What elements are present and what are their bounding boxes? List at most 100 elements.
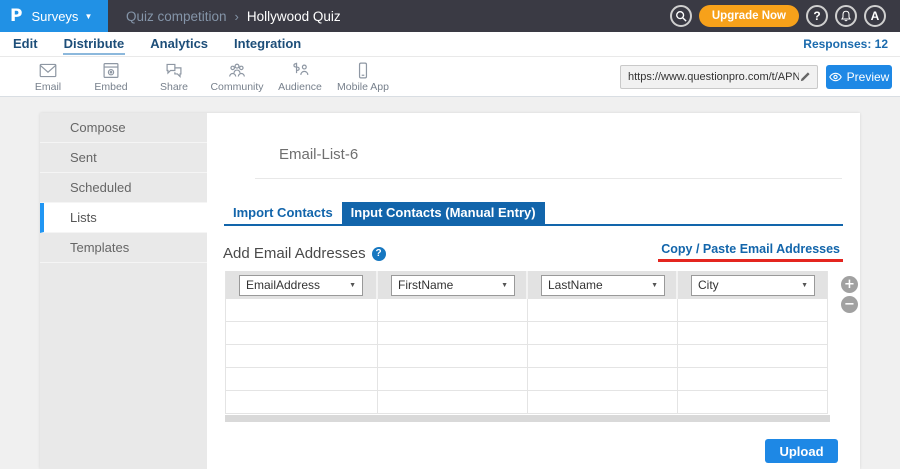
distribute-toolbar: Email Embed Share Community Audience Mob… bbox=[0, 57, 900, 97]
upload-row: Upload bbox=[217, 439, 838, 463]
contacts-tabs: Import Contacts Input Contacts (Manual E… bbox=[224, 202, 843, 226]
table-row bbox=[226, 299, 827, 322]
content-area: Compose Sent Scheduled Lists Templates E… bbox=[0, 97, 900, 469]
column-select-emailaddress[interactable]: EmailAddress ▼ bbox=[239, 275, 363, 296]
sidebar-item-scheduled[interactable]: Scheduled bbox=[40, 173, 207, 203]
select-value: FirstName bbox=[398, 278, 453, 292]
toolbar-share[interactable]: Share bbox=[148, 61, 200, 93]
email-icon bbox=[37, 61, 59, 80]
nav-distribute[interactable]: Distribute bbox=[63, 33, 126, 55]
topbar-actions: Upgrade Now ? A bbox=[670, 5, 900, 27]
table-cell[interactable] bbox=[528, 368, 678, 391]
breadcrumb-survey-name[interactable]: Hollywood Quiz bbox=[247, 9, 341, 24]
table-row bbox=[226, 368, 827, 391]
header-cell: City ▼ bbox=[678, 271, 827, 299]
share-icon bbox=[163, 61, 185, 80]
table-cell[interactable] bbox=[528, 299, 678, 322]
chevron-down-icon: ▼ bbox=[501, 282, 508, 289]
search-icon bbox=[675, 10, 687, 22]
table-cell[interactable] bbox=[678, 299, 827, 322]
survey-url-input[interactable] bbox=[628, 71, 799, 83]
questionpro-logo: P bbox=[10, 6, 22, 26]
survey-url-box bbox=[620, 65, 818, 89]
sidebar-item-lists[interactable]: Lists bbox=[40, 203, 207, 233]
table-row bbox=[226, 391, 827, 414]
notifications-button[interactable] bbox=[835, 5, 857, 27]
toolbar-label: Mobile App bbox=[337, 81, 389, 93]
help-button[interactable]: ? bbox=[806, 5, 828, 27]
audience-icon bbox=[289, 61, 311, 80]
embed-icon bbox=[100, 61, 122, 80]
chevron-down-icon: ▼ bbox=[349, 282, 356, 289]
toolbar-audience[interactable]: Audience bbox=[274, 61, 326, 93]
header-cell: EmailAddress ▼ bbox=[226, 271, 378, 299]
nav-edit[interactable]: Edit bbox=[12, 33, 39, 55]
tab-import-contacts[interactable]: Import Contacts bbox=[224, 202, 342, 224]
upgrade-now-button[interactable]: Upgrade Now bbox=[699, 5, 799, 27]
copy-paste-email-addresses-link[interactable]: Copy / Paste Email Addresses bbox=[658, 242, 843, 262]
toolbar-label: Email bbox=[35, 81, 61, 93]
table-cell[interactable] bbox=[678, 322, 827, 345]
responses-count[interactable]: Responses: 12 bbox=[803, 37, 888, 51]
column-select-firstname[interactable]: FirstName ▼ bbox=[391, 275, 515, 296]
table-cell[interactable] bbox=[226, 391, 378, 414]
toolbar-label: Audience bbox=[278, 81, 322, 93]
upload-button[interactable]: Upload bbox=[765, 439, 838, 463]
table-cell[interactable] bbox=[678, 368, 827, 391]
table-cell[interactable] bbox=[678, 391, 827, 414]
table-cell[interactable] bbox=[678, 345, 827, 368]
column-select-lastname[interactable]: LastName ▼ bbox=[541, 275, 665, 296]
sidebar-item-compose[interactable]: Compose bbox=[40, 113, 207, 143]
sidebar-item-sent[interactable]: Sent bbox=[40, 143, 207, 173]
table-cell[interactable] bbox=[226, 368, 378, 391]
bell-icon bbox=[840, 10, 852, 22]
chevron-down-icon: ▼ bbox=[801, 282, 808, 289]
remove-row-button[interactable]: − bbox=[841, 296, 858, 313]
breadcrumb: Quiz competition › Hollywood Quiz bbox=[126, 9, 341, 24]
email-list-title: Email-List-6 bbox=[279, 146, 860, 163]
table-cell[interactable] bbox=[378, 345, 528, 368]
table-cell[interactable] bbox=[528, 345, 678, 368]
nav-analytics[interactable]: Analytics bbox=[149, 33, 209, 55]
preview-button[interactable]: Preview bbox=[826, 65, 892, 89]
avatar[interactable]: A bbox=[864, 5, 886, 27]
toolbar-email[interactable]: Email bbox=[22, 61, 74, 93]
toolbar-embed[interactable]: Embed bbox=[85, 61, 137, 93]
table-header-row: EmailAddress ▼ FirstName ▼ bbox=[226, 271, 827, 299]
sidebar-item-templates[interactable]: Templates bbox=[40, 233, 207, 263]
table-cell[interactable] bbox=[378, 322, 528, 345]
edit-url-pencil-icon[interactable] bbox=[799, 70, 812, 83]
nav-integration[interactable]: Integration bbox=[233, 33, 302, 55]
table-cell[interactable] bbox=[528, 322, 678, 345]
community-icon bbox=[226, 61, 248, 80]
table-cell[interactable] bbox=[378, 368, 528, 391]
help-circle-icon[interactable]: ? bbox=[372, 247, 386, 261]
table-cell[interactable] bbox=[378, 299, 528, 322]
tab-input-contacts-manual[interactable]: Input Contacts (Manual Entry) bbox=[342, 202, 545, 224]
title-divider bbox=[255, 178, 842, 179]
mobile-app-icon bbox=[352, 61, 374, 80]
toolbar-label: Community bbox=[210, 81, 263, 93]
table-horizontal-scrollbar[interactable] bbox=[225, 415, 830, 422]
table-row bbox=[226, 322, 827, 345]
table-cell[interactable] bbox=[226, 322, 378, 345]
table-cell[interactable] bbox=[528, 391, 678, 414]
surveys-product-dropdown[interactable]: P Surveys ▼ bbox=[0, 0, 108, 32]
toolbar-community[interactable]: Community bbox=[211, 61, 263, 93]
table-cell[interactable] bbox=[226, 345, 378, 368]
breadcrumb-folder[interactable]: Quiz competition bbox=[126, 9, 227, 24]
main-panel: Email-List-6 Import Contacts Input Conta… bbox=[207, 113, 860, 469]
contacts-table-zone: EmailAddress ▼ FirstName ▼ bbox=[225, 271, 860, 414]
add-row-button[interactable]: + bbox=[841, 276, 858, 293]
preview-label: Preview bbox=[847, 70, 890, 84]
add-email-addresses-title: Add Email Addresses ? bbox=[223, 245, 386, 262]
table-cell[interactable] bbox=[226, 299, 378, 322]
chevron-down-icon: ▼ bbox=[651, 282, 658, 289]
search-button[interactable] bbox=[670, 5, 692, 27]
toolbar-right: Preview bbox=[620, 65, 892, 89]
toolbar-mobile-app[interactable]: Mobile App bbox=[337, 61, 389, 93]
column-select-city[interactable]: City ▼ bbox=[691, 275, 815, 296]
table-cell[interactable] bbox=[378, 391, 528, 414]
select-value: LastName bbox=[548, 278, 603, 292]
product-name: Surveys bbox=[31, 9, 78, 24]
